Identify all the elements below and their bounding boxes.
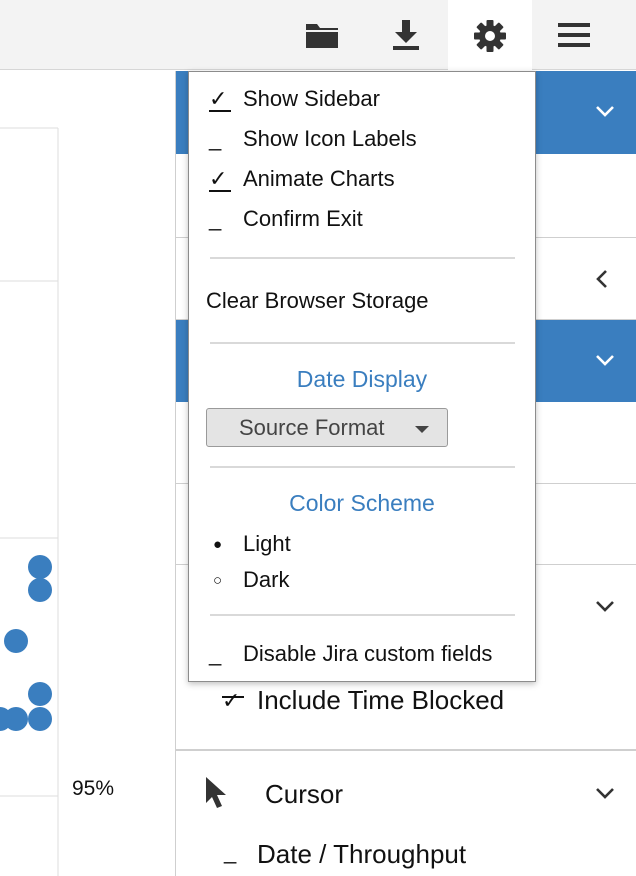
menu-separator — [210, 614, 515, 616]
download-icon — [393, 20, 419, 50]
check-underline — [209, 110, 231, 112]
settings-dropdown-menu: ✓ Show Sidebar _ Show Icon Labels ✓ Anim… — [188, 71, 536, 682]
chart-point[interactable] — [28, 707, 52, 731]
menu-separator — [210, 257, 515, 259]
date-display-heading: Date Display — [296, 366, 428, 392]
unchecked-mark: _ — [209, 206, 222, 231]
percentile-label: 95% — [72, 777, 115, 800]
top-toolbar — [0, 0, 636, 71]
menu-item-label: Dark — [243, 567, 290, 592]
chart-point[interactable] — [28, 682, 52, 706]
color-scheme-heading: Color Scheme — [289, 490, 435, 516]
date-display-select[interactable]: Source Format — [206, 408, 448, 447]
folder-icon — [306, 24, 338, 48]
menu-item-confirm-exit[interactable]: _ Confirm Exit — [189, 206, 535, 236]
scatter-chart: 95% — [0, 71, 175, 876]
menu-separator — [210, 342, 515, 344]
gear-icon — [474, 19, 506, 52]
chevron-left-icon — [596, 270, 607, 288]
menu-item-label: Clear Browser Storage — [206, 288, 429, 313]
check-icon: ✓ — [209, 166, 228, 191]
settings-button[interactable] — [448, 0, 532, 71]
check-underline — [222, 696, 244, 698]
chart-canvas — [0, 127, 59, 876]
panel-section-cursor: Cursor _ Date / Throughput — [176, 751, 636, 876]
menu-item-label: Animate Charts — [243, 166, 395, 191]
chart-point[interactable] — [28, 578, 52, 602]
date-display-selected-value: Source Format — [239, 414, 385, 440]
menu-item-label: Light — [243, 531, 291, 556]
menu-item-clear-browser-storage[interactable]: Clear Browser Storage — [189, 288, 535, 318]
open-folder-button[interactable] — [280, 0, 364, 70]
color-scheme-option-dark[interactable]: ○ Dark — [189, 567, 535, 597]
radio-unselected-icon: ○ — [213, 572, 223, 589]
menu-item-label: Confirm Exit — [243, 206, 363, 231]
chevron-down-icon — [596, 788, 614, 799]
chevron-down-icon[interactable] — [595, 599, 615, 613]
hamburger-menu-icon — [558, 23, 590, 47]
menu-item-label: Show Sidebar — [243, 86, 380, 111]
chart-point[interactable] — [4, 629, 28, 653]
check-icon: ✓ — [209, 86, 228, 111]
download-button[interactable] — [364, 0, 448, 70]
menu-item-label: Disable Jira custom fields — [243, 641, 493, 666]
unchecked-mark: _ — [209, 126, 222, 151]
menu-item-show-sidebar[interactable]: ✓ Show Sidebar — [189, 86, 535, 116]
menu-separator — [210, 466, 515, 468]
chart-point[interactable] — [28, 555, 52, 579]
menu-item-disable-jira-custom-fields[interactable]: _ Disable Jira custom fields — [189, 641, 535, 671]
caret-down-icon — [415, 426, 429, 433]
check-underline — [209, 190, 231, 192]
main-menu-button[interactable] — [532, 0, 616, 70]
cursor-label: Cursor — [265, 779, 344, 809]
date-throughput-label: Date / Throughput — [257, 839, 467, 869]
unchecked-mark: _ — [209, 641, 222, 666]
cursor-arrow-icon — [206, 777, 226, 808]
menu-item-label: Show Icon Labels — [243, 126, 417, 151]
chevron-down-icon — [596, 355, 614, 366]
menu-item-animate-charts[interactable]: ✓ Animate Charts — [189, 166, 535, 196]
include-time-blocked-label: Include Time Blocked — [257, 685, 505, 715]
unchecked-mark: _ — [224, 839, 237, 864]
radio-selected-icon: ● — [213, 536, 223, 553]
chevron-down-icon — [596, 106, 614, 117]
color-scheme-option-light[interactable]: ● Light — [189, 531, 535, 561]
check-icon: ✓ — [222, 688, 241, 713]
menu-item-show-icon-labels[interactable]: _ Show Icon Labels — [189, 126, 535, 156]
